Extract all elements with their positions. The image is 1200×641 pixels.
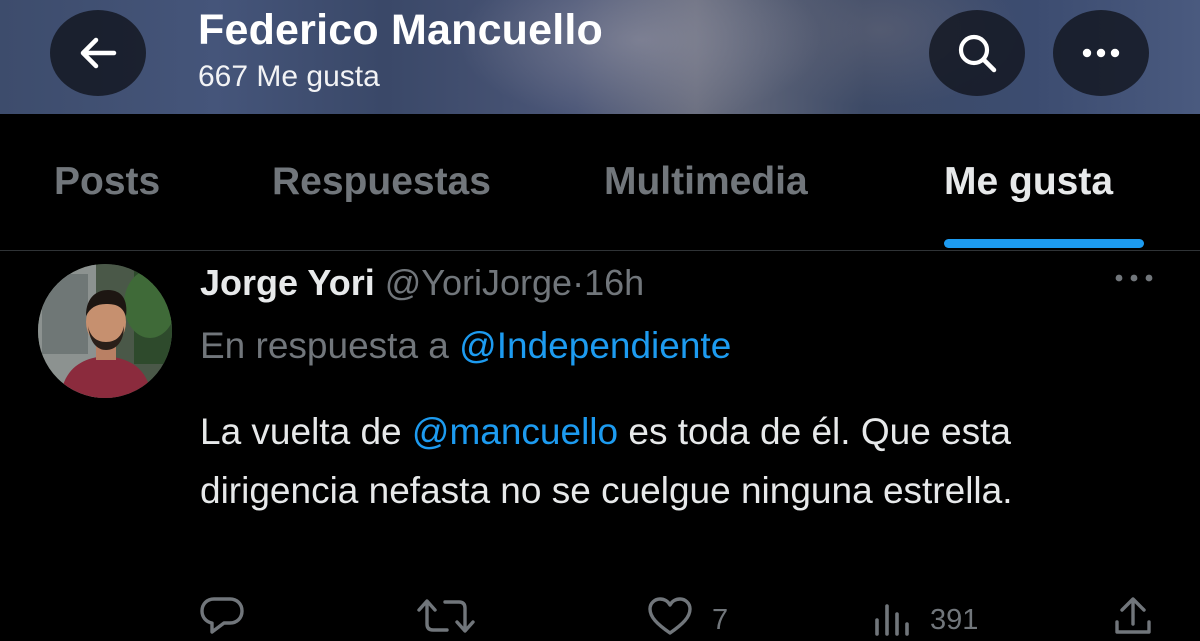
- tweet-more-button[interactable]: [1112, 270, 1156, 291]
- tab-replies[interactable]: Respuestas: [272, 160, 491, 204]
- search-button[interactable]: [929, 10, 1025, 96]
- tab-likes[interactable]: Me gusta: [944, 160, 1113, 204]
- profile-tabs: Posts Respuestas Multimedia Me gusta: [0, 114, 1200, 251]
- mention-link[interactable]: @mancuello: [412, 411, 618, 452]
- heart-icon: [647, 597, 693, 640]
- retweet-icon: [415, 599, 477, 640]
- tweet-text: La vuelta de @mancuello es toda de él. Q…: [200, 402, 1160, 520]
- tweet-time[interactable]: 16h: [584, 262, 644, 303]
- like-button[interactable]: [647, 596, 693, 636]
- reply-to-mention[interactable]: @Independiente: [459, 325, 731, 366]
- tweet-header: Jorge Yori @YoriJorge·16h: [200, 262, 644, 304]
- reply-icon: [200, 597, 244, 640]
- reply-context: En respuesta a @Independiente: [200, 325, 731, 367]
- arrow-left-icon: [76, 31, 120, 75]
- reply-prefix: En respuesta a: [200, 325, 460, 366]
- views-count: 391: [930, 604, 979, 636]
- author-handle[interactable]: @YoriJorge: [385, 262, 572, 303]
- tweet-text-before: La vuelta de: [200, 411, 412, 452]
- more-horizontal-icon: [1112, 273, 1156, 290]
- meta-separator: ·: [572, 262, 585, 303]
- profile-header: Federico Mancuello 667 Me gusta: [0, 0, 1200, 114]
- views-icon: [872, 604, 912, 640]
- views-button[interactable]: [872, 596, 912, 636]
- like-count: 7: [712, 604, 729, 636]
- back-button[interactable]: [50, 10, 146, 96]
- more-button[interactable]: [1053, 10, 1149, 96]
- author-name[interactable]: Jorge Yori: [200, 262, 375, 303]
- profile-name: Federico Mancuello: [198, 6, 604, 54]
- share-icon: [1113, 597, 1153, 640]
- search-icon: [954, 30, 1000, 76]
- retweet-button[interactable]: [415, 596, 477, 636]
- active-tab-indicator: [944, 239, 1144, 248]
- share-button[interactable]: [1113, 596, 1153, 636]
- more-horizontal-icon: [1081, 47, 1121, 59]
- likes-count: 667 Me gusta: [198, 60, 380, 93]
- tab-media[interactable]: Multimedia: [604, 160, 808, 204]
- tab-posts[interactable]: Posts: [54, 160, 160, 204]
- avatar[interactable]: [38, 264, 172, 398]
- reply-button[interactable]: [200, 596, 244, 636]
